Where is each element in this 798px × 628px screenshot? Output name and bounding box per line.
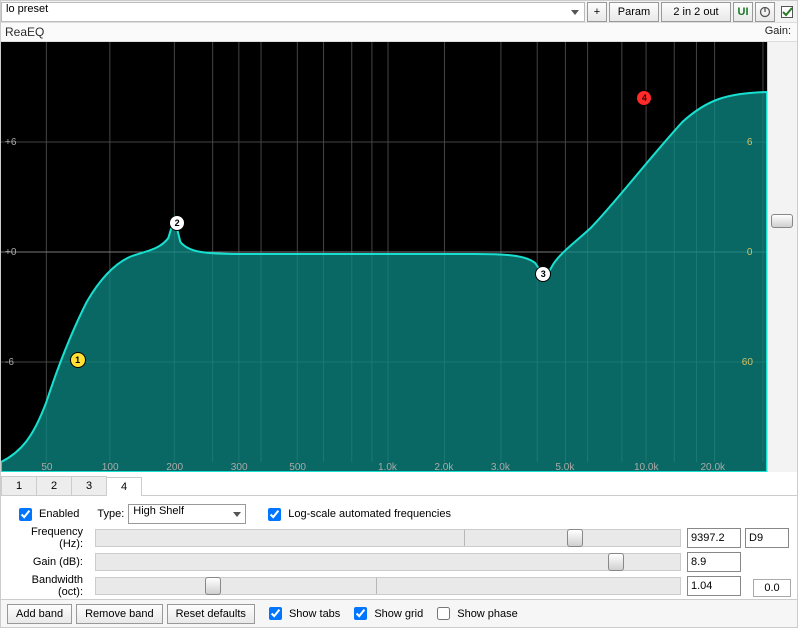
gain-thumb[interactable]: [608, 553, 624, 571]
svg-text:3.0k: 3.0k: [491, 462, 511, 472]
bypass-icon[interactable]: [755, 2, 775, 22]
eq-graph[interactable]: +6 +0 -6 6 0 60 50 100 200 300 500 1.0k …: [1, 42, 767, 472]
tab-band-2[interactable]: 2: [36, 476, 72, 495]
reset-defaults-button[interactable]: Reset defaults: [167, 604, 255, 624]
svg-text:60: 60: [742, 357, 754, 368]
preset-add-button[interactable]: +: [587, 2, 607, 22]
tab-band-4[interactable]: 4: [106, 477, 142, 496]
bandwidth-thumb[interactable]: [205, 577, 221, 595]
io-routing-button[interactable]: 2 in 2 out: [661, 2, 731, 22]
enabled-checkbox[interactable]: [777, 2, 797, 22]
plugin-name: ReaEQ: [5, 25, 44, 39]
svg-text:5.0k: 5.0k: [555, 462, 575, 472]
frequency-label: Frequency (Hz):: [9, 526, 89, 550]
gain-label: Gain:: [765, 25, 793, 39]
output-gain-readout: 0.0: [753, 579, 791, 597]
frequency-slider[interactable]: [95, 529, 681, 547]
frequency-thumb[interactable]: [567, 529, 583, 547]
output-gain-thumb[interactable]: [771, 214, 793, 228]
power-icon: [759, 6, 771, 18]
svg-text:+0: +0: [5, 247, 17, 258]
band-handle-3[interactable]: 3: [535, 266, 551, 282]
bandwidth-value[interactable]: [687, 576, 741, 596]
tab-band-1[interactable]: 1: [1, 476, 37, 495]
gain-slider[interactable]: [95, 553, 681, 571]
preset-select[interactable]: lo preset: [1, 2, 585, 22]
band-handle-4[interactable]: 4: [636, 90, 652, 106]
eq-curve-svg: +6 +0 -6 6 0 60 50 100 200 300 500 1.0k …: [1, 42, 767, 472]
bandwidth-slider[interactable]: [95, 577, 681, 595]
svg-text:2.0k: 2.0k: [434, 462, 454, 472]
check-icon: [781, 6, 793, 18]
band-tabs: 1234: [1, 476, 797, 496]
svg-text:200: 200: [166, 462, 183, 472]
show-phase-checkbox[interactable]: Show phase: [433, 604, 518, 623]
bandwidth-label: Bandwidth (oct):: [9, 574, 89, 598]
param-button[interactable]: Param: [609, 2, 659, 22]
ui-toggle-button[interactable]: UI: [733, 2, 753, 22]
gain-value[interactable]: [687, 552, 741, 572]
frequency-value[interactable]: [687, 528, 741, 548]
tab-band-3[interactable]: 3: [71, 476, 107, 495]
svg-text:0: 0: [747, 247, 753, 258]
add-band-button[interactable]: Add band: [7, 604, 72, 624]
enabled-checkbox[interactable]: Enabled: [15, 505, 79, 524]
svg-text:300: 300: [231, 462, 248, 472]
band-handle-2[interactable]: 2: [169, 215, 185, 231]
svg-text:-6: -6: [5, 357, 14, 368]
type-select[interactable]: High Shelf: [128, 504, 246, 524]
preset-select-value: lo preset: [6, 3, 48, 15]
svg-text:500: 500: [289, 462, 306, 472]
log-scale-checkbox[interactable]: Log-scale automated frequencies: [264, 505, 451, 524]
svg-text:50: 50: [41, 462, 53, 472]
show-grid-checkbox[interactable]: Show grid: [350, 604, 423, 623]
output-gain-slider[interactable]: [767, 42, 797, 472]
show-tabs-checkbox[interactable]: Show tabs: [265, 604, 340, 623]
svg-text:+6: +6: [5, 137, 17, 148]
gain-db-label: Gain (dB):: [9, 556, 89, 568]
svg-text:1.0k: 1.0k: [378, 462, 398, 472]
svg-text:6: 6: [747, 137, 753, 148]
remove-band-button[interactable]: Remove band: [76, 604, 163, 624]
svg-text:10.0k: 10.0k: [634, 462, 660, 472]
type-label: Type:: [97, 508, 124, 520]
band-handle-1[interactable]: 1: [70, 352, 86, 368]
frequency-note[interactable]: [745, 528, 789, 548]
svg-text:20.0k: 20.0k: [700, 462, 726, 472]
svg-text:100: 100: [102, 462, 119, 472]
